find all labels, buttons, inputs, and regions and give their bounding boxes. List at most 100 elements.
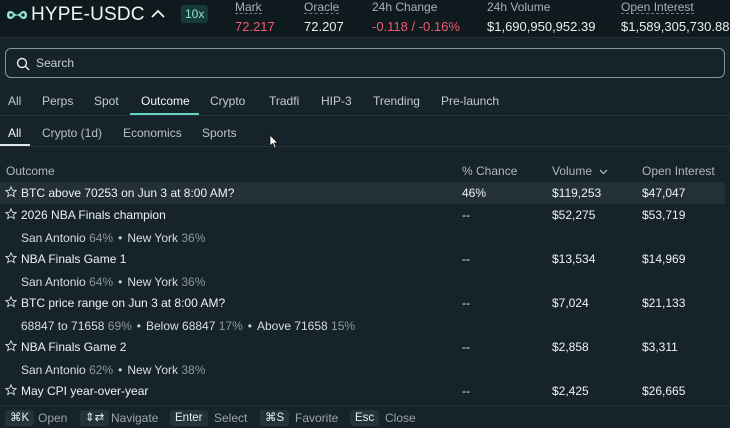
outcome-volume: $119,253 <box>552 186 602 200</box>
pair-name[interactable]: HYPE-USDC <box>31 4 145 26</box>
option-pct: 36% <box>181 231 206 245</box>
star-icon[interactable] <box>5 252 17 264</box>
outcome-volume: $13,534 <box>552 252 596 266</box>
tab-spot[interactable]: Spot <box>94 94 119 108</box>
table-row[interactable]: 2026 NBA Finals champion -- $52,275 $53,… <box>0 204 725 226</box>
stat-value: $1,690,950,952.39 <box>487 19 596 34</box>
star-icon[interactable] <box>5 208 17 220</box>
option-pct: 69% <box>107 319 132 333</box>
category-tabs: All Perps Spot Outcome Crypto Tradfi HIP… <box>0 86 730 116</box>
separator-dot: • <box>118 275 123 289</box>
table-row[interactable]: BTC price range on Jun 3 at 8:00 AM? -- … <box>0 292 725 314</box>
leverage-badge[interactable]: 10x <box>181 5 209 23</box>
option-name: New York <box>127 231 179 245</box>
table-row[interactable]: BTC above 70253 on Jun 3 at 8:00 AM? 46%… <box>0 182 725 204</box>
col-outcome[interactable]: Outcome <box>6 164 55 178</box>
option-name: Above 71658 <box>256 319 328 333</box>
market-selector-panel: All Perps Spot Outcome Crypto Tradfi HIP… <box>0 37 730 428</box>
table-row[interactable]: NBA Finals Game 1 -- $13,534 $14,969 <box>0 248 725 270</box>
shortcut-label: Favorite <box>295 411 339 425</box>
option-pct: 17% <box>218 319 243 333</box>
option-name: San Antonio <box>21 363 86 377</box>
outcome-chance: -- <box>462 296 470 310</box>
stat-label: Mark <box>235 0 262 14</box>
outcome-open-interest: $53,719 <box>642 208 686 222</box>
outcome-open-interest: $14,969 <box>642 252 686 266</box>
option-pct: 64% <box>89 231 114 245</box>
outcome-volume: $52,275 <box>552 208 596 222</box>
outcome-options[interactable]: 68847 to 71658 69% • Below 68847 17% • Above… <box>21 319 355 337</box>
stat-value: 72.207 <box>304 19 344 34</box>
table-row[interactable]: NBA Finals Game 2 -- $2,858 $3,311 <box>0 336 725 358</box>
tabs-divider <box>0 115 730 116</box>
tab-pre-launch[interactable]: Pre-launch <box>441 94 499 108</box>
option-name: 68847 to 71658 <box>21 319 105 333</box>
hyperliquid-logo-icon <box>7 10 27 20</box>
tab-all[interactable]: All <box>8 94 21 108</box>
star-icon[interactable] <box>5 340 17 352</box>
outcome-options[interactable]: San Antonio 62% • New York 38% <box>21 363 205 381</box>
subtabs-divider <box>0 146 730 147</box>
outcome-name: BTC above 70253 on Jun 3 at 8:00 AM? <box>21 186 235 200</box>
tab-outcome[interactable]: Outcome <box>141 94 190 108</box>
star-icon[interactable] <box>5 186 17 198</box>
shortcut-key: Enter <box>170 410 208 426</box>
tab-perps[interactable]: Perps <box>42 94 73 108</box>
shortcut-label: Close <box>385 411 416 425</box>
subtab-economics[interactable]: Economics <box>123 126 182 140</box>
search-input[interactable] <box>36 49 716 77</box>
stat-label: Oracle <box>304 0 340 14</box>
option-pct: 15% <box>331 319 356 333</box>
star-icon[interactable] <box>5 296 17 308</box>
col-open-interest[interactable]: Open Interest <box>642 164 715 178</box>
outcome-open-interest: $21,133 <box>642 296 686 310</box>
outcome-open-interest: $26,665 <box>642 384 686 398</box>
mouse-pointer-icon <box>269 134 279 149</box>
tab-hip-3[interactable]: HIP-3 <box>321 94 352 108</box>
tab-crypto[interactable]: Crypto <box>210 94 245 108</box>
outcome-name: 2026 NBA Finals champion <box>21 208 166 222</box>
shortcut-key: Esc <box>350 410 380 426</box>
col-volume-sort[interactable]: Volume <box>552 164 608 178</box>
stat-label: 24h Volume <box>487 0 551 14</box>
outcome-open-interest: $3,311 <box>642 340 678 354</box>
table-row[interactable]: May CPI year-over-year -- $2,425 $26,665 <box>0 380 725 402</box>
tab-trending[interactable]: Trending <box>373 94 420 108</box>
stat-oracle: Oracle 72.207 <box>304 0 344 34</box>
option-name: Below 68847 <box>146 319 216 333</box>
stat-value: $1,589,305,730.88 <box>621 19 730 34</box>
outcome-options[interactable]: San Antonio 64% • New York 36% <box>21 231 205 249</box>
separator-dot: • <box>118 231 123 245</box>
shortcut-label: Select <box>214 411 248 425</box>
outcome-volume: $7,024 <box>552 296 589 310</box>
outcome-chance: 46% <box>462 186 487 200</box>
search-box[interactable] <box>5 48 725 78</box>
outcome-options[interactable]: San Antonio 64% • New York 36% <box>21 275 205 293</box>
stat-24h-volume: 24h Volume $1,690,950,952.39 <box>487 0 595 34</box>
stat-label: Open Interest <box>621 0 694 14</box>
option-pct: 62% <box>89 363 114 377</box>
star-icon[interactable] <box>5 384 17 396</box>
shortcut-key: ⌘S <box>260 410 290 426</box>
separator-dot: • <box>118 363 123 377</box>
outcome-chance: -- <box>462 208 470 222</box>
separator-dot: • <box>136 319 141 333</box>
stat-value: -0.118 / -0.16% <box>372 19 460 34</box>
option-pct: 36% <box>181 275 206 289</box>
subtab-sports[interactable]: Sports <box>202 126 237 140</box>
outcome-name: BTC price range on Jun 3 at 8:00 AM? <box>21 296 226 310</box>
stat-label: 24h Change <box>372 0 438 14</box>
col-chance[interactable]: % Chance <box>462 164 517 178</box>
subtab-all[interactable]: All <box>8 126 21 140</box>
chevron-down-icon <box>599 169 608 175</box>
option-name: San Antonio <box>21 231 86 245</box>
col-volume: Volume <box>552 164 593 178</box>
outcome-open-interest: $47,047 <box>642 186 686 200</box>
subtab-crypto-1d[interactable]: Crypto (1d) <box>42 126 102 140</box>
keyboard-hints: ⌘K Open ⇕⇄ Navigate Enter Select ⌘S Favo… <box>0 405 730 428</box>
shortcut-label: Open <box>38 411 68 425</box>
chevron-up-icon[interactable] <box>150 7 166 21</box>
outcome-chance: -- <box>462 252 470 266</box>
tab-tradfi[interactable]: Tradfi <box>269 94 299 108</box>
ticker-bar: HYPE-USDC 10x Mark 72.217 Oracle 72.207 … <box>0 0 730 34</box>
